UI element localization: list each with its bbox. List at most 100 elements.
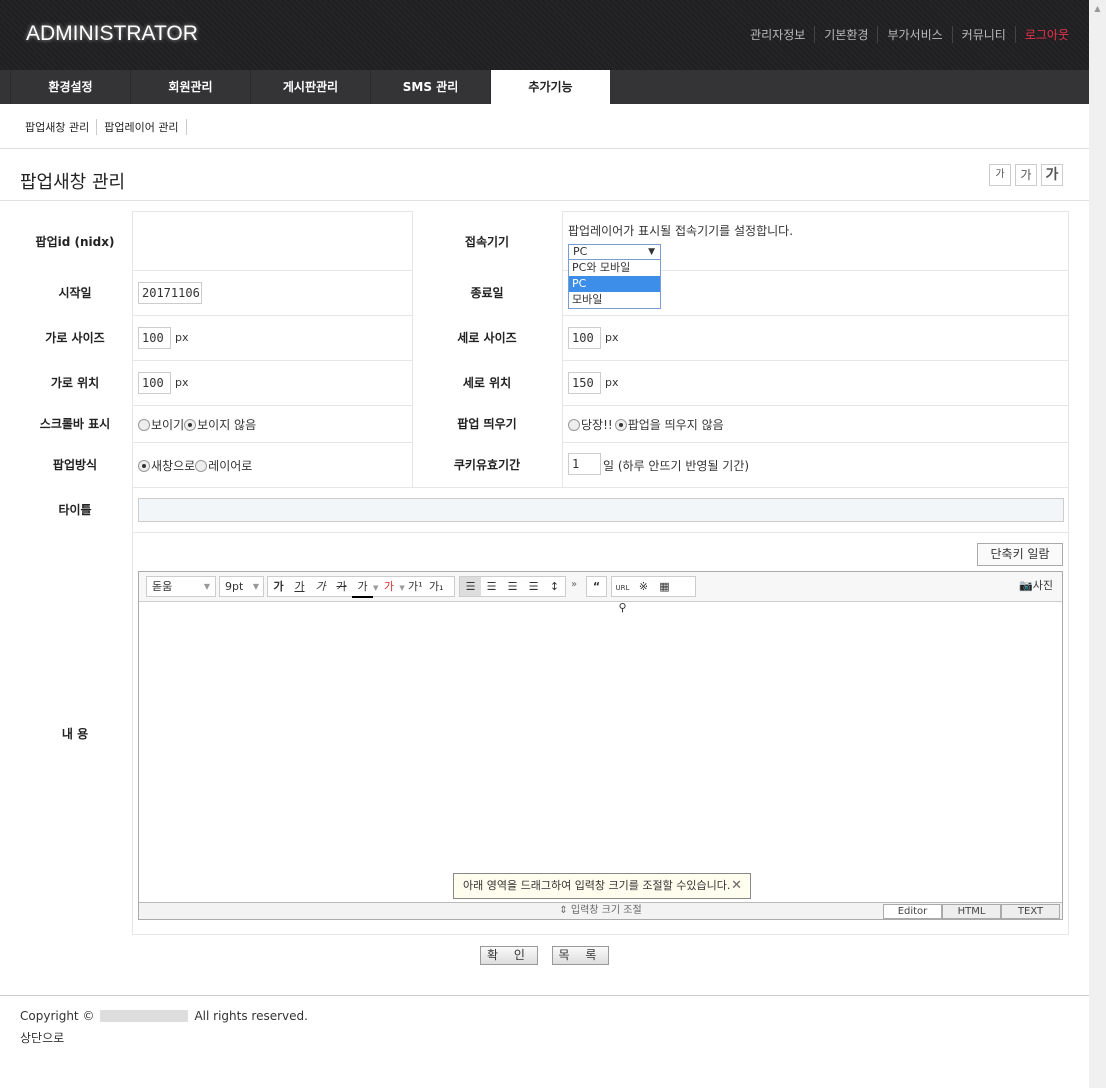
scrollbar-label: 스크롤바 표시 (0, 415, 150, 432)
radio-layer[interactable] (195, 460, 207, 472)
cookie-label: 쿠키유효기간 (412, 456, 562, 473)
radio-dont-show[interactable] (615, 419, 627, 431)
editor-mode-tabs: Editor HTML TEXT (883, 904, 1060, 919)
popup-show-radio-group: 당장!! 팝업을 띄우지 않음 (568, 416, 724, 433)
line-height-icon[interactable]: ↕ (544, 577, 565, 596)
width-input[interactable]: 100 (138, 327, 171, 349)
resize-tooltip: 아래 영역을 드래그하여 입력창 크기를 조절할 수있습니다.✕ (453, 873, 751, 899)
unit-px: px (175, 331, 189, 344)
confirm-button[interactable]: 확 인 (480, 946, 538, 965)
width-label: 가로 사이즈 (0, 329, 150, 346)
link-addon-services[interactable]: 부가서비스 (877, 26, 951, 43)
list-button[interactable]: 목 록 (552, 946, 609, 965)
font-large-button[interactable]: 가 (1041, 164, 1063, 186)
italic-button[interactable]: 가 (310, 577, 331, 596)
shortcut-list-button[interactable]: 단축키 일람 (977, 543, 1063, 566)
link-community[interactable]: 커뮤니티 (952, 26, 1015, 43)
tab-html[interactable]: HTML (942, 904, 1001, 919)
tab-members[interactable]: 회원관리 (130, 70, 250, 104)
link-basic-settings[interactable]: 기본환경 (814, 26, 877, 43)
highlight-color-button[interactable]: 가 (378, 577, 399, 596)
align-justify-icon[interactable]: ☰ (523, 577, 544, 596)
top-position-input[interactable]: 150 (568, 372, 601, 394)
popup-mode-label: 팝업방식 (0, 456, 150, 473)
link-admin-info[interactable]: 관리자정보 (741, 26, 814, 43)
font-size-controls: 가 가 가 (989, 164, 1063, 186)
scrollbar[interactable]: ▲ (1089, 0, 1106, 1088)
photo-button[interactable]: 📷사진 (1015, 576, 1057, 597)
top-position-label: 세로 위치 (412, 374, 562, 391)
font-size-select[interactable]: 9pt▼ (219, 576, 264, 597)
height-label: 세로 사이즈 (412, 329, 562, 346)
start-date-input[interactable]: 20171106 (138, 282, 202, 304)
quote-icon[interactable]: “ (586, 576, 607, 597)
font-value: 돋움 (152, 580, 172, 593)
bold-button[interactable]: 가 (268, 577, 289, 596)
rich-text-editor: 돋움▼ 9pt▼ 가가가가가▼가▼가¹가₁ ☰☰☰☰↕ » “ URL※▦⚲ 📷… (138, 571, 1063, 920)
tab-sms[interactable]: SMS 관리 (370, 70, 490, 104)
popup-show-label: 팝업 띄우기 (412, 415, 562, 432)
cookie-description: 일 (하루 안뜨기 반영될 기간) (603, 457, 749, 474)
align-right-icon[interactable]: ☰ (502, 577, 523, 596)
page-title: 팝업새창 관리 (20, 168, 125, 194)
table-icon[interactable]: ▦ (654, 577, 675, 596)
radio-now[interactable] (568, 419, 580, 431)
option-mobile[interactable]: 모바일 (569, 292, 660, 308)
photo-label: 사진 (1033, 579, 1053, 592)
unit-px: px (175, 376, 189, 389)
unit-px: px (605, 376, 619, 389)
font-family-select[interactable]: 돋움▼ (146, 576, 216, 597)
underline-button[interactable]: 가 (289, 577, 310, 596)
tab-boards[interactable]: 게시판관리 (250, 70, 370, 104)
back-to-top-link[interactable]: 상단으로 (20, 1029, 64, 1046)
radio-new-window[interactable] (138, 460, 150, 472)
subscript-button[interactable]: 가₁ (426, 577, 447, 596)
main-nav: 환경설정 회원관리 게시판관리 SMS 관리 추가기능 (0, 70, 1089, 104)
editor-content-area[interactable] (139, 602, 1062, 902)
scroll-up-icon[interactable]: ▲ (1089, 0, 1106, 13)
link-icon[interactable]: URL (612, 579, 633, 598)
title-input[interactable] (138, 498, 1064, 522)
radio-show[interactable] (138, 419, 150, 431)
text-color-button[interactable]: 가 (352, 577, 373, 598)
align-center-icon[interactable]: ☰ (481, 577, 502, 596)
close-icon[interactable]: ✕ (731, 874, 742, 898)
align-left-icon[interactable]: ☰ (460, 577, 481, 596)
height-input[interactable]: 100 (568, 327, 601, 349)
search-icon[interactable]: ⚲ (612, 598, 633, 617)
divider (0, 200, 1089, 201)
superscript-button[interactable]: 가¹ (405, 577, 426, 596)
rights-text: All rights reserved. (194, 1009, 308, 1023)
insert-group: URL※▦⚲ (611, 576, 696, 597)
strikethrough-button[interactable]: 가 (331, 577, 352, 596)
align-group: ☰☰☰☰↕ (459, 576, 566, 597)
copyright-text: Copyright © (20, 1009, 94, 1023)
tab-addons[interactable]: 추가기능 (490, 70, 610, 104)
unit-px: px (605, 331, 619, 344)
logo: ADMINISTRATOR (26, 22, 198, 46)
font-small-button[interactable]: 가 (989, 164, 1011, 186)
cookie-days-input[interactable]: 1 (568, 453, 601, 475)
tab-settings[interactable]: 환경설정 (10, 70, 130, 104)
option-pc-mobile[interactable]: PC와 모바일 (569, 260, 660, 276)
tab-editor[interactable]: Editor (883, 904, 942, 919)
logout-link[interactable]: 로그아웃 (1015, 26, 1069, 43)
start-date-label: 시작일 (0, 284, 150, 301)
left-position-label: 가로 위치 (0, 374, 150, 391)
left-position-input[interactable]: 100 (138, 372, 171, 394)
sub-nav-popup-window[interactable]: 팝업새창 관리 (20, 119, 97, 135)
cell (562, 315, 1069, 361)
scrollbar-radio-group: 보이기 보이지 않음 (138, 416, 256, 433)
option-pc[interactable]: PC (569, 276, 660, 292)
device-options: PC와 모바일 PC 모바일 (568, 259, 661, 309)
font-medium-button[interactable]: 가 (1015, 164, 1037, 186)
sub-nav-popup-layer[interactable]: 팝업레이어 관리 (97, 119, 186, 135)
radio-hide[interactable] (184, 419, 196, 431)
device-select[interactable]: PC ▼ (568, 244, 661, 260)
chevron-down-icon: ▼ (648, 245, 655, 259)
more-icon[interactable]: » (571, 579, 577, 590)
text-format-group: 가가가가가▼가▼가¹가₁ (267, 576, 455, 597)
tab-text[interactable]: TEXT (1001, 904, 1060, 919)
special-char-icon[interactable]: ※ (633, 577, 654, 596)
device-selected-value: PC (573, 245, 587, 258)
